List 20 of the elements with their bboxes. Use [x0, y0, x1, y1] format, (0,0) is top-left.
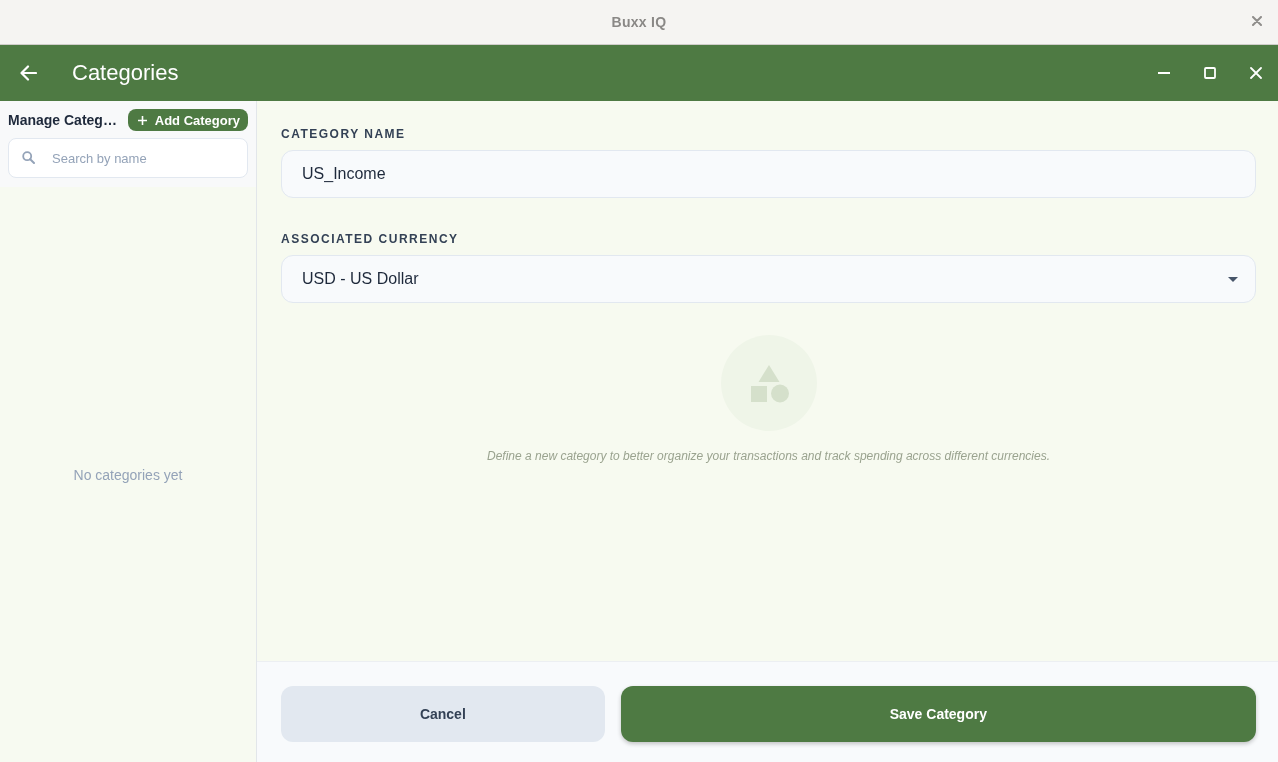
field-label: CATEGORY NAME	[281, 127, 406, 141]
window-title: Buxx IQ	[611, 14, 667, 30]
sidebar-heading: Manage Categ…	[8, 112, 117, 128]
dropdown[interactable]: USD - US Dollar	[281, 255, 1256, 303]
maximize-icon[interactable]	[1204, 67, 1216, 79]
add-category-button[interactable]: Add Category	[127, 109, 248, 131]
search-field[interactable]: Search by name	[8, 138, 248, 178]
save-button[interactable]: Save Category	[620, 686, 1256, 742]
text-field[interactable]: US_Income	[281, 150, 1256, 198]
page-title: Categories	[72, 60, 179, 86]
shapes-icon	[720, 335, 817, 431]
left-arrow-icon[interactable]	[20, 65, 37, 81]
plus-icon	[137, 115, 147, 125]
empty-message: No categories yet	[73, 466, 183, 483]
hint-text: Define a new category to better organize your transactions and track spending across different currencies.	[487, 448, 1050, 464]
close-icon[interactable]	[1252, 16, 1262, 26]
caret-icon	[1228, 276, 1238, 282]
cancel-button[interactable]: Cancel	[281, 686, 605, 742]
search-icon	[22, 151, 35, 164]
field-label: ASSOCIATED CURRENCY	[281, 232, 459, 246]
